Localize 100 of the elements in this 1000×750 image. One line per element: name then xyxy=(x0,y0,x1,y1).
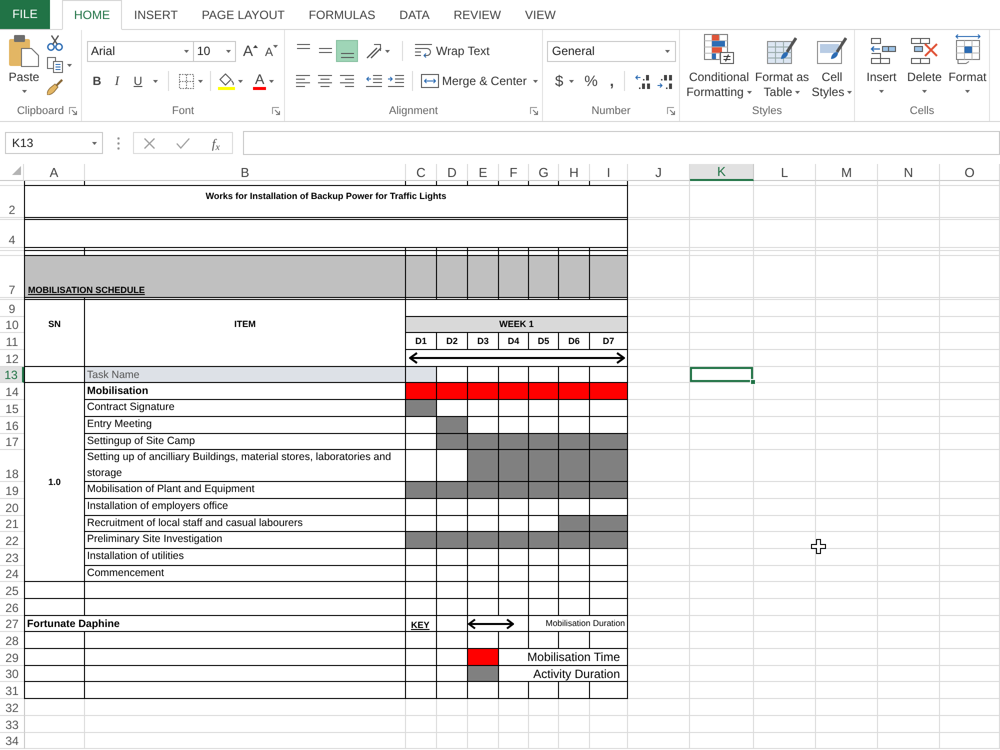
row-header[interactable]: 27 xyxy=(0,616,24,632)
active-cell[interactable] xyxy=(690,366,754,384)
align-right-icon[interactable] xyxy=(340,75,354,87)
caret-icon[interactable] xyxy=(198,80,203,82)
column-header[interactable]: M xyxy=(816,164,878,181)
grow-font-button[interactable]: A xyxy=(243,44,258,58)
cells-button[interactable]: Insert xyxy=(861,34,902,104)
align-button[interactable] xyxy=(336,40,358,62)
caret-icon[interactable] xyxy=(385,50,390,52)
row-header[interactable]: 10 xyxy=(0,316,24,334)
row-header[interactable]: 31 xyxy=(0,682,24,700)
caret-icon[interactable] xyxy=(569,80,574,82)
diagonal-arrow-icon[interactable] xyxy=(366,43,382,59)
row-header[interactable]: 28 xyxy=(0,632,24,650)
row-header[interactable]: 30 xyxy=(0,666,24,682)
styles-button[interactable]: Cell Styles xyxy=(810,34,854,104)
row-header[interactable]: 22 xyxy=(0,532,24,549)
dotted-grid-icon[interactable] xyxy=(179,74,194,88)
ribbon-tab[interactable]: PAGE LAYOUT xyxy=(190,0,297,29)
column-header[interactable]: G xyxy=(529,164,559,181)
check-icon[interactable] xyxy=(176,138,190,148)
row-header[interactable]: 23 xyxy=(0,548,24,566)
copy-icon[interactable] xyxy=(47,57,63,73)
row-header[interactable]: 29 xyxy=(0,649,24,666)
row-header[interactable]: 33 xyxy=(0,716,24,732)
arrow-right-bars-icon[interactable] xyxy=(656,74,675,88)
column-header[interactable]: C xyxy=(406,164,437,181)
column-header[interactable]: L xyxy=(754,164,816,181)
corner-arrow-icon[interactable] xyxy=(272,107,280,115)
row-header[interactable]: 19 xyxy=(0,482,24,499)
column-header[interactable]: D xyxy=(437,164,468,181)
currency-button[interactable]: $ xyxy=(555,74,564,88)
cells-button[interactable]: Format xyxy=(947,34,988,104)
row-header[interactable]: 34 xyxy=(0,732,24,750)
row-header[interactable]: 9 xyxy=(0,300,24,317)
column-header[interactable]: F xyxy=(499,164,529,181)
paint-bucket-icon[interactable] xyxy=(218,72,235,90)
styles-button[interactable]: Format as Table xyxy=(754,34,810,104)
align-left-icon[interactable] xyxy=(296,75,310,87)
row-header[interactable]: 25 xyxy=(0,582,24,599)
formula-input[interactable] xyxy=(243,131,1000,155)
align-center-icon[interactable] xyxy=(318,75,332,87)
merge-center-button[interactable]: Merge & Center xyxy=(421,74,538,88)
shrink-font-button[interactable]: A xyxy=(265,44,278,58)
percent-button[interactable]: % xyxy=(584,74,598,88)
row-header[interactable]: 2 xyxy=(0,186,24,218)
ribbon-tab[interactable]: DATA xyxy=(387,0,442,29)
square-handle-icon[interactable] xyxy=(750,379,756,386)
ribbon-tab[interactable]: INSERT xyxy=(122,0,190,29)
ribbon-tab[interactable]: VIEW xyxy=(512,0,568,29)
column-header[interactable]: O xyxy=(940,164,1000,181)
corner-arrow-icon[interactable] xyxy=(667,107,675,115)
row-header[interactable]: 32 xyxy=(0,699,24,716)
column-header[interactable]: K xyxy=(690,164,754,181)
arrow-left-bars-icon[interactable] xyxy=(634,74,653,88)
decrease-indent-icon[interactable] xyxy=(366,75,382,87)
styles-button[interactable]: Conditional Formatting xyxy=(684,34,754,104)
row-header[interactable]: 11 xyxy=(0,333,24,350)
increase-indent-icon[interactable] xyxy=(388,75,404,87)
row-header[interactable]: 4 xyxy=(0,220,24,248)
column-header[interactable]: B xyxy=(85,164,406,181)
ribbon-tab[interactable]: HOME xyxy=(62,0,122,30)
ribbon-tab[interactable]: REVIEW xyxy=(442,0,513,29)
ribbon-tab[interactable]: FORMULAS xyxy=(296,0,388,29)
row-header[interactable]: 18 xyxy=(0,450,24,482)
row-header[interactable]: 15 xyxy=(0,400,24,417)
column-header[interactable]: E xyxy=(468,164,499,181)
row-header[interactable]: 20 xyxy=(0,498,24,516)
row-header[interactable]: 14 xyxy=(0,383,24,400)
insert-function-button[interactable]: f$_{x}$ xyxy=(210,136,222,150)
italic-button[interactable]: I xyxy=(107,71,127,91)
font-name-field[interactable]: Arial xyxy=(87,40,194,62)
number-format-field[interactable]: General xyxy=(547,40,676,62)
caret-icon[interactable] xyxy=(153,80,158,82)
cells-button[interactable]: Delete xyxy=(904,34,945,104)
scissors-icon[interactable] xyxy=(47,35,63,51)
font-color-button[interactable]: A xyxy=(253,72,266,90)
bold-button[interactable]: B xyxy=(87,71,107,91)
row-header[interactable]: 24 xyxy=(0,566,24,582)
name-box[interactable]: K13 xyxy=(5,132,103,154)
paintbrush-icon[interactable] xyxy=(47,79,63,95)
ribbon-tab[interactable]: FILE xyxy=(0,0,50,29)
comma-button[interactable]: , xyxy=(610,74,614,88)
row-header[interactable]: 26 xyxy=(0,599,24,616)
column-header[interactable]: N xyxy=(878,164,940,181)
caret-icon[interactable] xyxy=(238,80,243,82)
caret-icon[interactable] xyxy=(269,80,274,82)
corner-arrow-icon[interactable] xyxy=(69,107,77,115)
row-header[interactable]: 16 xyxy=(0,416,24,434)
paste-button[interactable]: Paste xyxy=(7,34,41,96)
row-header[interactable]: 13 xyxy=(0,366,24,384)
column-header[interactable]: A xyxy=(24,164,85,181)
cancel-icon[interactable] xyxy=(144,138,156,148)
row-header[interactable]: 21 xyxy=(0,516,24,532)
caret-icon[interactable] xyxy=(67,64,72,66)
wrap-text-button[interactable]: Wrap Text xyxy=(415,44,490,58)
column-header[interactable]: I xyxy=(590,164,628,181)
underline-button[interactable]: U xyxy=(127,71,149,91)
font-size-field[interactable]: 10 xyxy=(194,40,236,62)
row-header[interactable]: 17 xyxy=(0,434,24,450)
